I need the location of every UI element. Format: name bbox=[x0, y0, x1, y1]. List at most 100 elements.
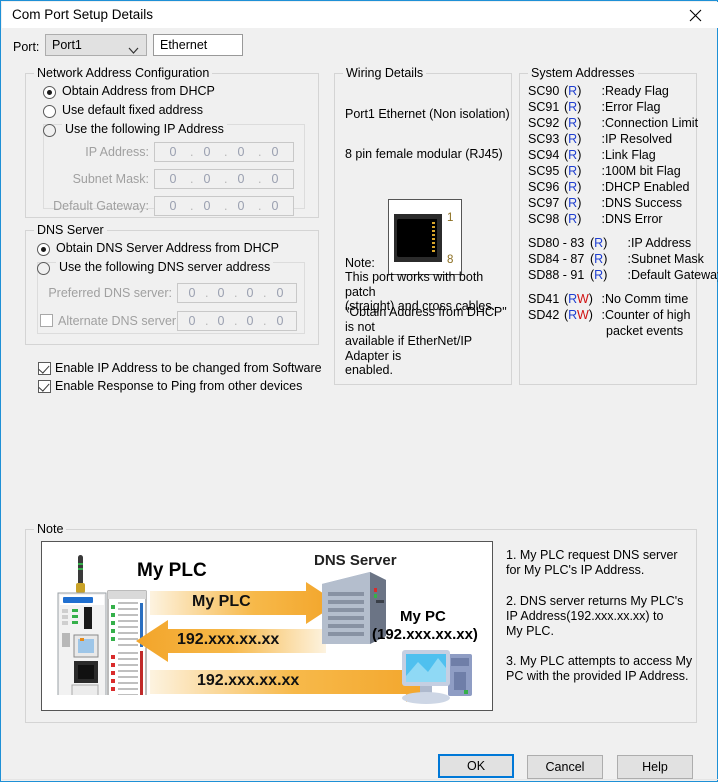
radio-obtain-dns-dhcp[interactable] bbox=[37, 243, 50, 256]
title-bar: Com Port Setup Details bbox=[2, 2, 718, 28]
system-address-code: SD84 - 87 bbox=[528, 252, 585, 266]
radio-default-fixed-address[interactable] bbox=[43, 105, 56, 118]
bottom-divider bbox=[2, 779, 718, 780]
network-address-legend: Network Address Configuration bbox=[34, 66, 213, 80]
port-name-value: Ethernet bbox=[160, 38, 208, 52]
system-address-row: SC96 (R) :DHCP Enabled bbox=[528, 180, 690, 194]
gateway-octet-1: 0 bbox=[169, 199, 177, 213]
gateway-octet-4: 0 bbox=[271, 199, 279, 213]
close-icon[interactable] bbox=[673, 2, 717, 28]
port-select[interactable]: Port1 bbox=[45, 34, 147, 56]
system-address-desc: :IP Address bbox=[624, 236, 692, 250]
checkbox-alternate-dns[interactable] bbox=[40, 314, 53, 327]
rj45-connector-image: 1 8 bbox=[388, 199, 462, 275]
system-address-desc: :Connection Limit bbox=[598, 116, 699, 130]
preferred-dns-octet-4: 0 bbox=[276, 286, 284, 300]
preferred-dns-octet-2: 0 bbox=[217, 286, 225, 300]
default-gateway-input[interactable]: 0 . 0 . 0 . 0 bbox=[154, 196, 294, 216]
default-gateway-label: Default Gateway: bbox=[53, 199, 149, 213]
system-address-desc: :Subnet Mask bbox=[624, 252, 704, 266]
radio-following-dns[interactable] bbox=[37, 262, 50, 275]
checkbox-enable-ping-response[interactable] bbox=[38, 380, 51, 393]
preferred-dns-octet-3: 0 bbox=[246, 286, 254, 300]
wiring-details-legend: Wiring Details bbox=[343, 66, 427, 80]
network-address-group: Network Address Configuration Obtain Add… bbox=[25, 66, 319, 218]
arrow-plc-to-dns-label: My PLC bbox=[192, 593, 251, 610]
help-button[interactable]: Help bbox=[617, 755, 693, 779]
system-address-desc: :DHCP Enabled bbox=[598, 180, 690, 194]
system-address-row: SC97 (R) :DNS Success bbox=[528, 196, 682, 210]
radio-obtain-address-dhcp-label: Obtain Address from DHCP bbox=[62, 84, 215, 98]
system-address-desc: :100M bit Flag bbox=[598, 164, 681, 178]
ip-octet-3: 0 bbox=[237, 145, 245, 159]
radio-default-fixed-address-label: Use default fixed address bbox=[62, 103, 204, 117]
system-address-access: (R) bbox=[564, 84, 582, 98]
system-address-row: SD88 - 91 (R) :Default Gateway bbox=[528, 268, 718, 282]
wiring-connector-line: 8 pin female modular (RJ45) bbox=[345, 147, 503, 161]
preferred-dns-input[interactable]: 0 . 0 . 0 . 0 bbox=[177, 283, 297, 303]
system-address-row: SC95 (R) :100M bit Flag bbox=[528, 164, 681, 178]
ip-octet-2: 0 bbox=[203, 145, 211, 159]
subnet-octet-2: 0 bbox=[203, 172, 211, 186]
system-addresses-group: System Addresses SC90 (R) :Ready Flag SC91… bbox=[519, 66, 718, 385]
port-name-field[interactable]: Ethernet bbox=[153, 34, 243, 56]
system-address-row: SC94 (R) :Link Flag bbox=[528, 148, 656, 162]
dns-server-legend: DNS Server bbox=[34, 223, 107, 237]
system-address-code: SC95 bbox=[528, 164, 560, 178]
subnet-mask-input[interactable]: 0 . 0 . 0 . 0 bbox=[154, 169, 294, 189]
rj45-pin-1-label: 1 bbox=[447, 212, 454, 224]
gateway-octet-2: 0 bbox=[203, 199, 211, 213]
wiring-note-body-2: "Obtain Address from DHCP" is not availa… bbox=[345, 305, 507, 377]
subnet-octet-4: 0 bbox=[271, 172, 279, 186]
system-address-desc: :Error Flag bbox=[598, 100, 661, 114]
pc-ip-label: (192.xxx.xx.xx) bbox=[372, 626, 478, 643]
radio-obtain-dns-dhcp-label: Obtain DNS Server Address from DHCP bbox=[56, 241, 279, 255]
system-address-row: SD84 - 87 (R) :Subnet Mask bbox=[528, 252, 704, 266]
radio-obtain-address-dhcp[interactable] bbox=[43, 86, 56, 99]
ip-octet-1: 0 bbox=[169, 145, 177, 159]
system-address-access: (R) bbox=[564, 148, 582, 162]
alternate-dns-input[interactable]: 0 . 0 . 0 . 0 bbox=[177, 311, 297, 331]
system-address-access: (R) bbox=[564, 180, 582, 194]
cancel-button[interactable]: Cancel bbox=[527, 755, 603, 779]
preferred-dns-octet-1: 0 bbox=[188, 286, 196, 300]
checkbox-enable-ping-response-label: Enable Response to Ping from other devic… bbox=[55, 379, 303, 393]
system-address-row: SC92 (R) :Connection Limit bbox=[528, 116, 698, 130]
note-step-2: 2. DNS server returns My PLC's IP Addres… bbox=[506, 594, 684, 638]
system-address-access: (RW) bbox=[564, 308, 593, 322]
radio-following-ip-address[interactable] bbox=[43, 124, 56, 137]
system-address-access: (R) bbox=[590, 268, 608, 282]
ip-address-input[interactable]: 0 . 0 . 0 . 0 bbox=[154, 142, 294, 162]
system-address-code: SD88 - 91 bbox=[528, 268, 585, 282]
system-address-desc: :IP Resolved bbox=[598, 132, 673, 146]
system-address-code: SC97 bbox=[528, 196, 560, 210]
system-address-row: SD41 (RW) :No Comm time bbox=[528, 292, 688, 306]
system-address-access: (R) bbox=[564, 132, 582, 146]
arrow-dns-to-plc-label: 192.xxx.xx.xx bbox=[177, 631, 280, 648]
wiring-port-line: Port1 Ethernet (Non isolation) bbox=[345, 107, 510, 121]
system-address-access: (RW) bbox=[564, 292, 593, 306]
system-address-row: SC91 (R) :Error Flag bbox=[528, 100, 661, 114]
dns-server-label: DNS Server bbox=[314, 552, 397, 569]
note-step-3: 3. My PLC attempts to access My PC with … bbox=[506, 654, 693, 683]
system-address-code: SC90 bbox=[528, 84, 560, 98]
system-address-access: (R) bbox=[590, 236, 608, 250]
system-address-code: SC93 bbox=[528, 132, 560, 146]
system-address-row: SC90 (R) :Ready Flag bbox=[528, 84, 669, 98]
system-address-code: SD41 bbox=[528, 292, 560, 306]
note-group: Note My PLC My PLC 192.xxx.xx.xx 192.xxx… bbox=[25, 522, 697, 723]
ok-button[interactable]: OK bbox=[438, 754, 514, 778]
com-port-setup-dialog: Com Port Setup Details Port: Port1 Ether… bbox=[0, 0, 718, 782]
system-address-access: (R) bbox=[564, 164, 582, 178]
system-address-access: (R) bbox=[590, 252, 608, 266]
system-address-access: (R) bbox=[564, 116, 582, 130]
system-address-desc: :DNS Success bbox=[598, 196, 683, 210]
pc-label: My PC bbox=[400, 608, 446, 625]
system-address-desc: :Link Flag bbox=[598, 148, 656, 162]
checkbox-enable-ip-change[interactable] bbox=[38, 362, 51, 375]
radio-following-ip-address-label: Use the following IP Address bbox=[62, 122, 227, 136]
system-address-row: SC93 (R) :IP Resolved bbox=[528, 132, 672, 146]
preferred-dns-label: Preferred DNS server: bbox=[48, 286, 172, 300]
system-address-row: SD80 - 83 (R) :IP Address bbox=[528, 236, 691, 250]
ip-address-label: IP Address: bbox=[85, 145, 149, 159]
